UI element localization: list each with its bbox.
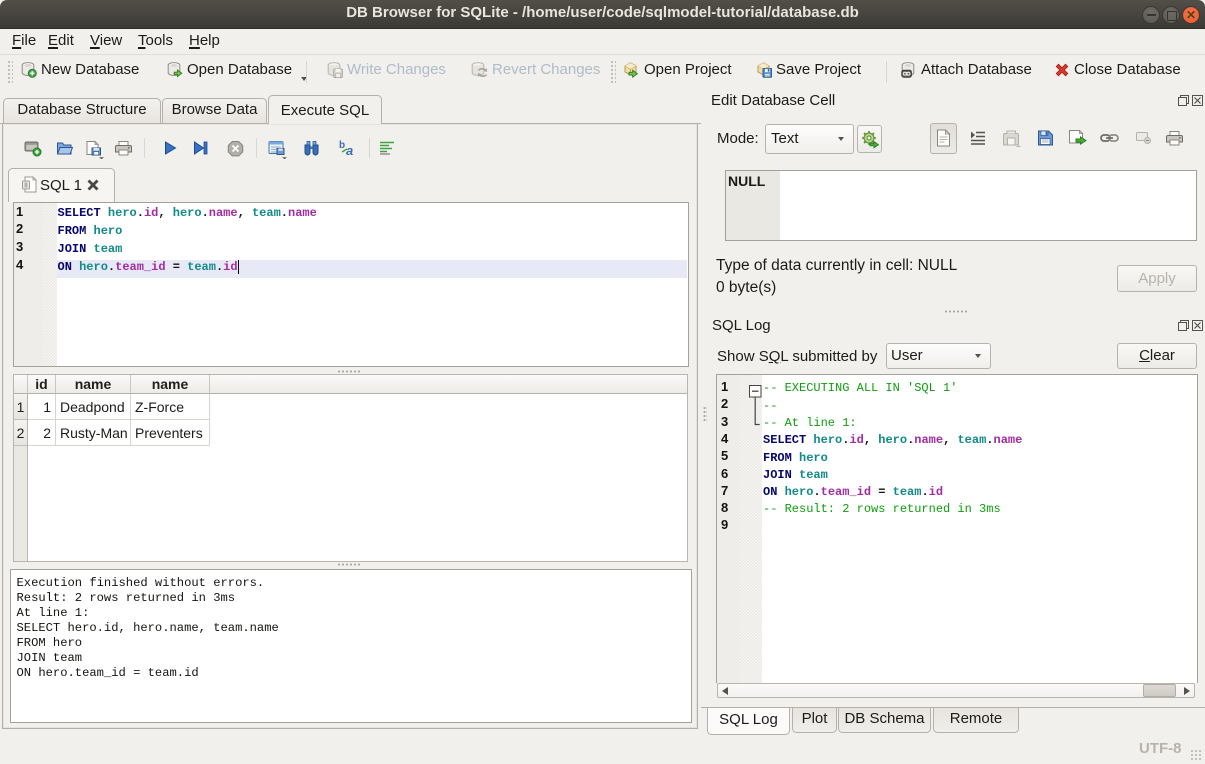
svg-text:a: a xyxy=(346,143,353,157)
svg-text:b: b xyxy=(339,140,345,151)
